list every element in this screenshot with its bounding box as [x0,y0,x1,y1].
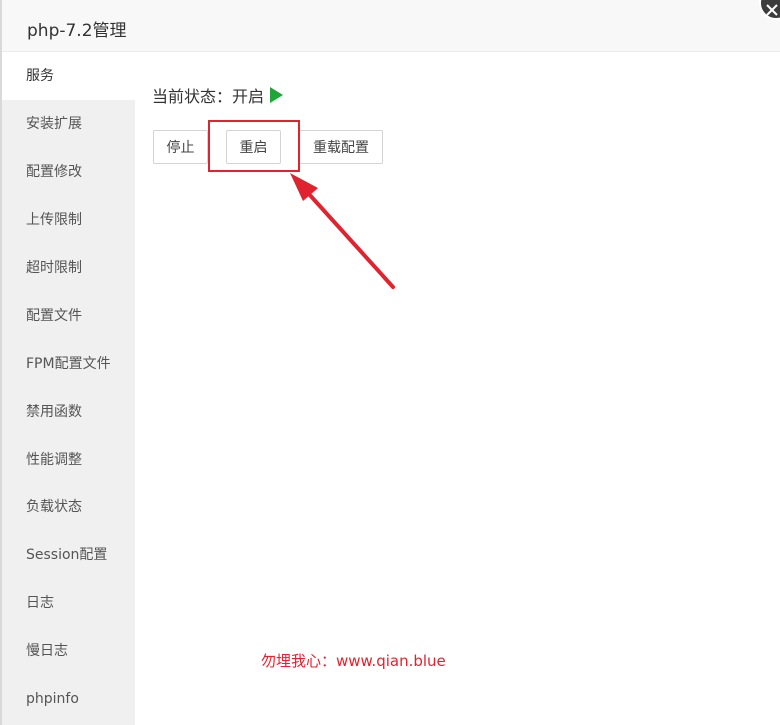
sidebar-item-disabled-functions[interactable]: 禁用函数 [2,388,135,436]
sidebar-item-load-status[interactable]: 负载状态 [2,483,135,531]
sidebar-item-service[interactable]: 服务 [2,52,135,100]
php-manager-dialog: php-7.2管理 服务 安装扩展 配置修改 上传限制 超时限制 配置文件 FP… [0,0,780,725]
sidebar-item-slow-log[interactable]: 慢日志 [2,627,135,675]
status-label: 当前状态： [152,87,233,106]
sidebar: 服务 安装扩展 配置修改 上传限制 超时限制 配置文件 FPM配置文件 禁用函数… [2,52,135,725]
sidebar-item-config-edit[interactable]: 配置修改 [2,148,135,196]
sidebar-item-performance-tuning[interactable]: 性能调整 [2,436,135,484]
restart-button[interactable]: 重启 [226,130,281,164]
status-value: 开启 [232,87,265,106]
stop-button[interactable]: 停止 [153,130,208,164]
sidebar-item-phpinfo[interactable]: phpinfo [2,675,135,723]
dialog-title: php-7.2管理 [27,21,127,41]
sidebar-item-upload-limit[interactable]: 上传限制 [2,196,135,244]
sidebar-item-install-extensions[interactable]: 安装扩展 [2,100,135,148]
play-icon [270,87,284,103]
service-status: 当前状态：开启 [152,83,284,107]
sidebar-item-fpm-config-file[interactable]: FPM配置文件 [2,340,135,388]
dialog-titlebar: php-7.2管理 [2,0,780,52]
sidebar-item-session-config[interactable]: Session配置 [2,531,135,579]
reload-config-button[interactable]: 重载配置 [299,130,383,164]
sidebar-item-timeout-limit[interactable]: 超时限制 [2,244,135,292]
service-panel: 当前状态：开启 停止 重启 重载配置 勿埋我心：www.qian.blue [135,52,780,725]
close-icon [766,4,778,16]
sidebar-item-config-file[interactable]: 配置文件 [2,292,135,340]
pointer-arrow-icon [290,173,395,289]
watermark-text: 勿埋我心：www.qian.blue [261,652,446,670]
sidebar-item-log[interactable]: 日志 [2,579,135,627]
